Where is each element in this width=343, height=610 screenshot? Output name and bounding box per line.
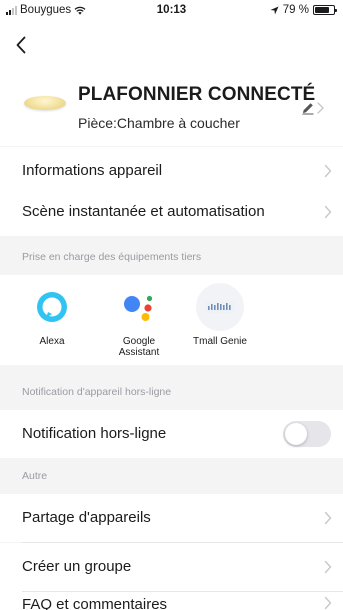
create-group-label: Créer un groupe xyxy=(22,558,132,575)
tmall-genie-icon xyxy=(196,283,244,331)
location-arrow-icon xyxy=(270,5,279,15)
divider xyxy=(22,591,343,592)
share-device-row[interactable]: Partage d'appareils xyxy=(0,494,343,542)
status-right: 79 % xyxy=(270,4,337,16)
offline-header: Notification d'appareil hors-ligne xyxy=(22,386,172,398)
third-party-header: Prise en charge des équipements tiers xyxy=(22,251,202,263)
device-header: PLAFONNIER CONNECTÉ Pièce:Chambre à couc… xyxy=(0,68,343,146)
chevron-right-icon xyxy=(324,511,332,525)
chevron-left-icon xyxy=(16,36,26,54)
google-assistant-icon xyxy=(115,283,163,331)
nav-bar xyxy=(0,22,343,68)
toggle-knob xyxy=(285,423,307,445)
alexa-icon xyxy=(28,283,76,331)
scene-automation-row[interactable]: Scène instantanée et automatisation xyxy=(0,188,343,236)
battery-level xyxy=(315,7,329,13)
chevron-right-icon xyxy=(317,102,324,114)
google-assistant-label: Google Assistant xyxy=(97,336,181,358)
faq-feedback-row[interactable]: FAQ et commentaires xyxy=(0,590,343,610)
chevron-right-icon xyxy=(324,560,332,574)
battery-icon xyxy=(313,5,337,15)
third-party-panel: Alexa Google Assistant Tmall Genie xyxy=(0,275,343,365)
back-button[interactable] xyxy=(8,32,34,58)
faq-feedback-label: FAQ et commentaires xyxy=(22,596,168,610)
google-assistant-item[interactable]: Google Assistant xyxy=(97,283,181,358)
tmall-genie-item[interactable]: Tmall Genie xyxy=(178,283,262,347)
other-header: Autre xyxy=(22,470,48,482)
battery-percent: 79 % xyxy=(282,4,309,16)
edit-device-button[interactable] xyxy=(301,98,331,118)
alexa-label: Alexa xyxy=(39,336,65,347)
pencil-icon xyxy=(302,103,314,115)
scene-automation-label: Scène instantanée et automatisation xyxy=(22,203,265,220)
offline-notification-toggle[interactable] xyxy=(283,421,331,447)
create-group-row[interactable]: Créer un groupe xyxy=(0,543,343,591)
offline-notification-row: Notification hors-ligne xyxy=(0,410,343,458)
chevron-right-icon xyxy=(324,596,332,610)
alexa-item[interactable]: Alexa xyxy=(10,283,94,347)
tmall-genie-label: Tmall Genie xyxy=(193,336,247,347)
google-assistant-label-line1: Google xyxy=(122,336,156,347)
chevron-right-icon xyxy=(324,164,332,178)
chevron-right-icon xyxy=(324,205,332,219)
share-device-label: Partage d'appareils xyxy=(22,509,151,526)
divider xyxy=(22,542,343,543)
device-name: PLAFONNIER CONNECTÉ xyxy=(78,84,316,105)
status-bar: Bouygues 10:13 79 % xyxy=(0,0,343,22)
ceiling-lamp-image xyxy=(24,96,66,110)
device-info-label: Informations appareil xyxy=(22,162,163,179)
device-room: Pièce:Chambre à coucher xyxy=(78,115,240,131)
google-assistant-label-line2: Assistant xyxy=(118,347,160,358)
offline-notification-label: Notification hors-ligne xyxy=(22,425,167,442)
